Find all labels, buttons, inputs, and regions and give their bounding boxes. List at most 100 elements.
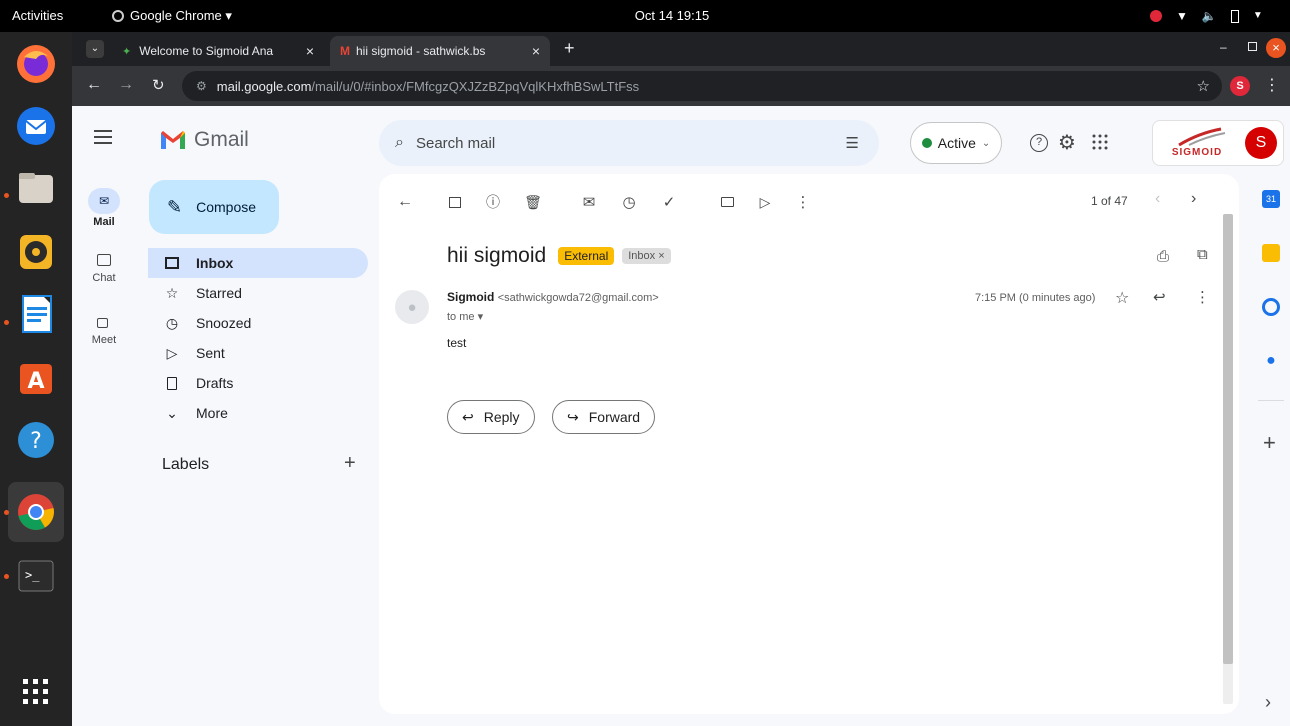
close-window-button[interactable]: ×	[1266, 38, 1286, 58]
older-message-button[interactable]: ›	[1191, 190, 1196, 208]
activities-button[interactable]: Activities	[12, 0, 63, 32]
minimize-button[interactable]: –	[1220, 40, 1227, 54]
nav-sent[interactable]: ▷ Sent	[148, 338, 368, 368]
rail-chat[interactable]: Chat	[76, 248, 132, 298]
tab-gmail[interactable]: M hii sigmoid - sathwick.bs ×	[330, 36, 550, 66]
side-panel-toggle[interactable]: ›	[1265, 692, 1271, 713]
mark-unread-icon[interactable]: ✉	[579, 192, 599, 212]
writer-icon	[22, 295, 52, 333]
archive-icon[interactable]	[445, 192, 465, 212]
get-addons-button[interactable]: +	[1263, 430, 1276, 456]
profile-avatar[interactable]: S	[1230, 76, 1250, 96]
forward-button[interactable]: →	[118, 76, 134, 94]
snooze-icon[interactable]: ◷	[619, 192, 639, 212]
search-options-icon[interactable]: ☰	[846, 134, 859, 152]
report-spam-icon[interactable]: ⓘ	[483, 192, 503, 212]
app-menu[interactable]: Google Chrome ▾	[112, 0, 232, 32]
dock-terminal[interactable]: >_	[12, 552, 60, 600]
recipient-details-toggle[interactable]: to me ▾	[447, 310, 483, 323]
nav-drafts[interactable]: Drafts	[148, 368, 368, 398]
maximize-button[interactable]	[1248, 42, 1257, 51]
status-dropdown[interactable]: Active ⌄	[910, 122, 1002, 164]
scrollbar[interactable]	[1223, 214, 1233, 704]
nav-snoozed-label: Snoozed	[196, 315, 252, 331]
scrollbar-thumb[interactable]	[1223, 214, 1233, 664]
dock-files[interactable]	[12, 164, 60, 212]
account-switcher[interactable]: SIGMOID S	[1152, 120, 1284, 166]
nav-snoozed[interactable]: ◷ Snoozed	[148, 308, 368, 338]
search-icon[interactable]: ⌕	[395, 134, 404, 152]
dock-libreoffice-writer[interactable]	[12, 290, 60, 338]
dock-help[interactable]: ?	[12, 416, 60, 464]
rail-mail[interactable]: ✉ Mail	[76, 188, 132, 248]
dock-firefox[interactable]	[12, 40, 60, 88]
tab-close-button[interactable]: ×	[532, 43, 540, 59]
sender-avatar: ●	[395, 290, 429, 324]
message-more-icon[interactable]: ⋮	[1195, 288, 1210, 306]
account-avatar[interactable]: S	[1245, 127, 1277, 159]
tasks-side-icon[interactable]	[1262, 298, 1280, 316]
back-to-inbox-button[interactable]: ←	[395, 192, 415, 212]
delete-icon[interactable]: 🗑	[523, 192, 543, 212]
star-message-icon[interactable]: ☆	[1115, 288, 1129, 308]
chrome-window: ⌄ ✦ Welcome to Sigmoid Ana × M hii sigmo…	[72, 32, 1290, 726]
person-icon: ●	[407, 298, 417, 316]
system-tray[interactable]: ▼ 🔈 ▼	[1150, 0, 1263, 32]
reply-icon[interactable]: ↩	[1153, 288, 1166, 306]
label-icon[interactable]: ▷	[755, 192, 775, 212]
add-to-tasks-icon[interactable]: ✓	[659, 192, 679, 212]
tab-close-button[interactable]: ×	[306, 43, 314, 59]
open-new-window-icon[interactable]: ⧉	[1197, 246, 1208, 263]
newer-message-button[interactable]: ‹	[1155, 190, 1160, 208]
gmail-app: Gmail ⌕ Search mail ☰ Active ⌄ ? ⚙ SIGMO…	[72, 106, 1290, 726]
add-label-button[interactable]: +	[344, 452, 356, 475]
files-icon	[19, 173, 53, 203]
nav-inbox[interactable]: Inbox	[148, 248, 368, 278]
mail-icon: ✉	[98, 194, 110, 208]
show-apps-button[interactable]	[12, 668, 60, 716]
tab-search-button[interactable]: ⌄	[86, 40, 104, 58]
back-button[interactable]: ←	[86, 76, 102, 94]
rail-meet[interactable]: Meet	[76, 312, 132, 362]
settings-gear-icon[interactable]: ⚙	[1058, 130, 1076, 155]
sender-name[interactable]: Sigmoid	[447, 290, 494, 304]
apps-grid-icon[interactable]	[1092, 134, 1108, 150]
inbox-label-chip[interactable]: Inbox ×	[622, 248, 671, 264]
search-input[interactable]: Search mail	[416, 135, 495, 152]
main-menu-icon[interactable]	[94, 130, 112, 144]
new-tab-button[interactable]: +	[564, 38, 575, 59]
contacts-side-icon[interactable]: ●	[1262, 352, 1280, 370]
search-bar[interactable]: ⌕ Search mail ☰	[379, 120, 879, 166]
print-icon[interactable]: ⎙	[1157, 248, 1169, 265]
nav-more[interactable]: ⌄ More	[148, 398, 368, 428]
gmail-logo[interactable]: Gmail	[160, 128, 249, 152]
speaker-icon	[20, 235, 52, 269]
clock[interactable]: Oct 14 19:15	[612, 0, 732, 32]
reload-button[interactable]: ↻	[152, 76, 165, 94]
address-bar[interactable]: ⚙ mail.google.com /mail/u/0/#inbox/FMfcg…	[182, 71, 1222, 101]
bookmark-star-icon[interactable]: ☆	[1197, 77, 1210, 95]
dock-thunderbird[interactable]	[12, 102, 60, 150]
help-circle-icon[interactable]: ?	[1030, 134, 1048, 152]
dock-app-center[interactable]: A	[12, 352, 60, 400]
tab-welcome-sigmoid[interactable]: ✦ Welcome to Sigmoid Ana ×	[112, 36, 324, 66]
browser-menu-icon[interactable]: ⋮	[1264, 75, 1280, 95]
message-timestamp: 7:15 PM (0 minutes ago)	[975, 292, 1096, 304]
move-to-icon[interactable]	[717, 192, 737, 212]
calendar-side-icon[interactable]: 31	[1262, 190, 1280, 208]
app-store-icon: A	[20, 364, 52, 394]
compose-button[interactable]: ✎ Compose	[149, 180, 279, 234]
forward-button[interactable]: ↪ Forward	[552, 400, 656, 434]
clock-icon: ◷	[165, 314, 179, 331]
draft-icon	[162, 376, 182, 390]
dock-rhythmbox[interactable]	[12, 228, 60, 276]
status-label: Active	[937, 135, 976, 151]
nav-starred[interactable]: ☆ Starred	[148, 278, 368, 308]
chat-icon	[97, 254, 111, 266]
wifi-icon: ▼	[1176, 9, 1188, 23]
more-options-icon[interactable]: ⋮	[793, 192, 813, 212]
dock-chrome[interactable]	[12, 488, 60, 536]
keep-side-icon[interactable]	[1262, 244, 1280, 262]
reply-button[interactable]: ↩ Reply	[447, 400, 535, 434]
svg-text:A: A	[27, 369, 44, 394]
